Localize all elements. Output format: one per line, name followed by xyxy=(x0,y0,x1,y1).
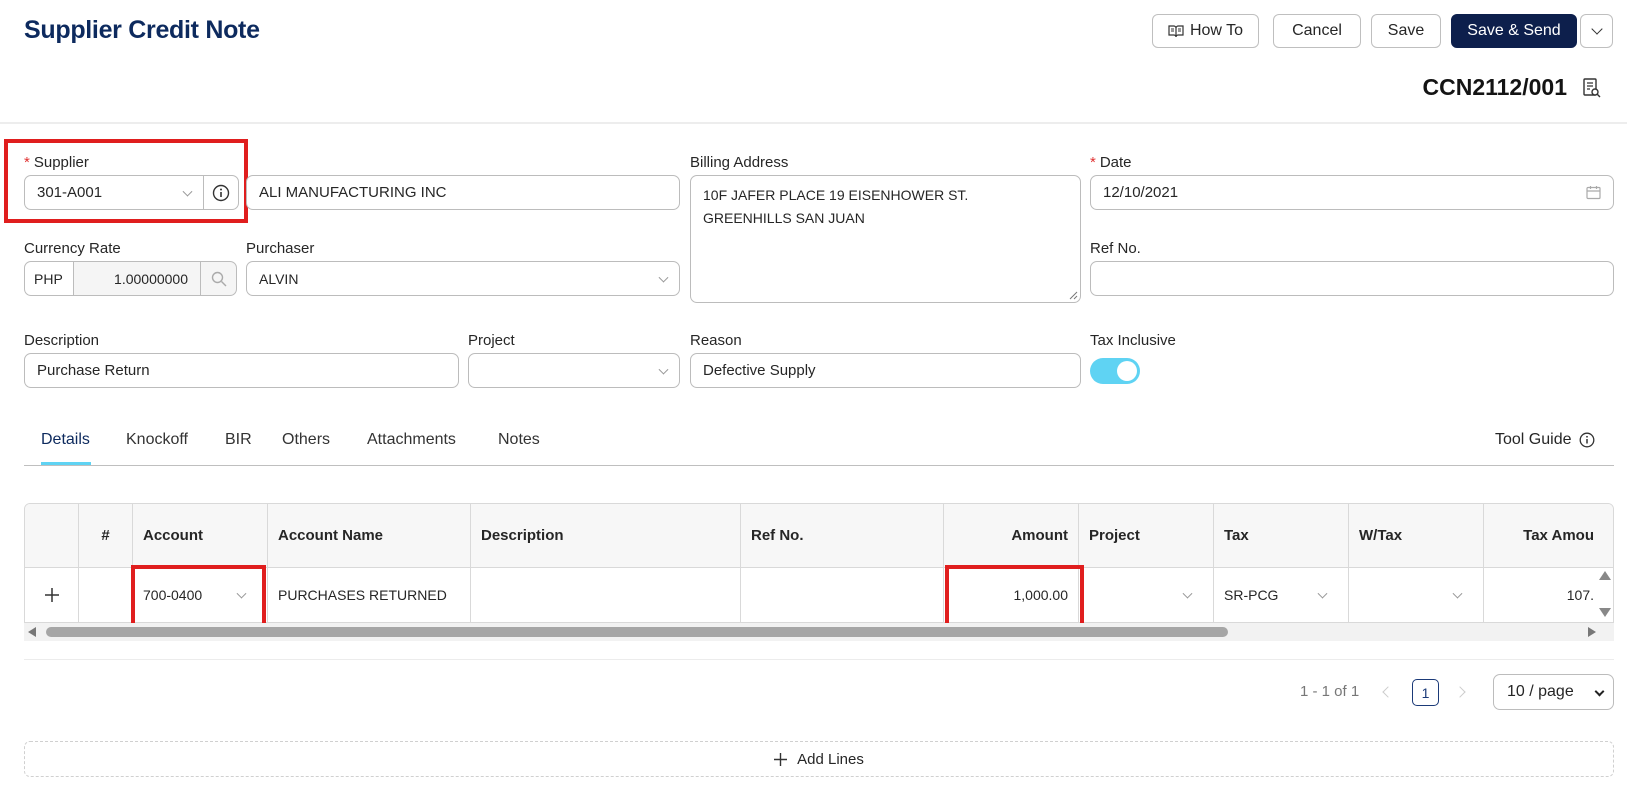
header-wtax: W/Tax xyxy=(1349,503,1484,567)
billing-line-1: 10F JAFER PLACE 19 EISENHOWER ST. xyxy=(703,187,969,203)
document-number: CCN2112/001 xyxy=(1422,74,1568,100)
purchaser-select[interactable]: ALVIN xyxy=(246,261,680,296)
tab-notes[interactable]: Notes xyxy=(498,431,540,449)
tab-others[interactable]: Others xyxy=(282,431,330,449)
header-account: Account xyxy=(133,503,268,567)
how-to-button[interactable]: How To xyxy=(1152,14,1259,48)
save-button[interactable]: Save xyxy=(1371,14,1441,48)
page-1-button[interactable]: 1 xyxy=(1412,679,1439,706)
scroll-right-arrow-icon[interactable] xyxy=(1588,627,1596,637)
table-bottom-divider xyxy=(24,659,1614,660)
tabs-divider xyxy=(24,465,1614,466)
chevron-down-icon xyxy=(1594,686,1605,697)
date-value: 12/10/2021 xyxy=(1103,184,1179,201)
save-send-button[interactable]: Save & Send xyxy=(1451,14,1577,48)
row-tax-select[interactable]: SR-PCG xyxy=(1214,567,1349,623)
date-label: * Date xyxy=(1090,154,1132,171)
currency-rate-label: Currency Rate xyxy=(24,240,121,257)
scroll-left-arrow-icon[interactable] xyxy=(28,627,36,637)
document-preview-icon[interactable] xyxy=(1583,78,1601,102)
header-number: # xyxy=(79,503,133,567)
reason-input[interactable]: Defective Supply xyxy=(690,353,1081,388)
how-to-label: How To xyxy=(1189,22,1244,39)
row-project-select[interactable] xyxy=(1079,567,1214,623)
page-size-value: 10 / page xyxy=(1507,683,1574,700)
tab-details[interactable]: Details xyxy=(41,431,90,449)
account-highlight xyxy=(131,565,266,627)
row-ref-no[interactable] xyxy=(741,567,944,623)
currency-code: PHP xyxy=(24,261,74,296)
scroll-down-arrow-icon[interactable] xyxy=(1599,608,1611,617)
row-account-name: PURCHASES RETURNED xyxy=(268,567,471,623)
scrollbar-thumb[interactable] xyxy=(46,627,1228,637)
header-amount: Amount xyxy=(944,503,1079,567)
reason-label: Reason xyxy=(690,332,742,349)
cancel-button[interactable]: Cancel xyxy=(1273,14,1361,48)
header-tax-amount: Tax Amou xyxy=(1523,526,1594,544)
pagination-range: 1 - 1 of 1 xyxy=(1300,683,1360,700)
header-description: Description xyxy=(471,503,741,567)
horizontal-scrollbar[interactable] xyxy=(24,623,1614,641)
description-label: Description xyxy=(24,332,100,349)
book-icon xyxy=(1168,25,1184,38)
purchaser-label: Purchaser xyxy=(246,240,315,257)
row-tax-amount: 107. xyxy=(1566,587,1594,603)
page-size-select[interactable]: 10 / page xyxy=(1493,674,1614,710)
row-wtax-select[interactable] xyxy=(1349,567,1484,623)
add-row-button[interactable] xyxy=(25,567,79,623)
add-lines-button[interactable]: Add Lines xyxy=(24,741,1614,777)
resize-handle-icon[interactable] xyxy=(1068,290,1078,300)
chevron-down-icon xyxy=(658,364,669,375)
previous-page-icon[interactable] xyxy=(1382,686,1394,698)
plus-icon xyxy=(44,588,59,602)
chevron-down-icon xyxy=(1182,588,1193,599)
row-number xyxy=(79,567,133,623)
purchaser-value: ALVIN xyxy=(259,270,299,287)
project-label: Project xyxy=(468,332,515,349)
page-title: Supplier Credit Note xyxy=(24,16,260,44)
ref-no-label: Ref No. xyxy=(1090,240,1141,257)
header-tax: Tax xyxy=(1214,503,1349,567)
tax-inclusive-toggle[interactable] xyxy=(1090,358,1140,384)
tab-bir[interactable]: BIR xyxy=(225,431,252,449)
amount-highlight xyxy=(945,565,1084,627)
description-input[interactable]: Purchase Return xyxy=(24,353,459,388)
plus-icon xyxy=(774,752,788,766)
tool-guide-button[interactable]: Tool Guide xyxy=(1495,431,1595,449)
header-divider xyxy=(0,122,1627,124)
header-account-name: Account Name xyxy=(268,503,471,567)
ref-no-input[interactable] xyxy=(1090,261,1614,296)
supplier-highlight xyxy=(4,139,248,223)
scroll-up-arrow-icon[interactable] xyxy=(1599,571,1611,580)
save-options-dropdown[interactable] xyxy=(1580,14,1613,48)
tab-attachments[interactable]: Attachments xyxy=(367,431,456,449)
currency-rate-input[interactable]: 1.00000000 xyxy=(73,261,201,296)
chevron-down-icon xyxy=(1452,588,1463,599)
header-actions xyxy=(25,503,79,567)
info-icon xyxy=(1579,432,1594,448)
tool-guide-label: Tool Guide xyxy=(1495,431,1572,448)
date-picker[interactable]: 12/10/2021 xyxy=(1090,175,1614,210)
search-icon xyxy=(211,271,226,286)
header-ref-no: Ref No. xyxy=(741,503,944,567)
row-description[interactable] xyxy=(471,567,741,623)
chevron-down-icon xyxy=(1317,588,1328,599)
add-lines-label: Add Lines xyxy=(797,750,864,768)
calendar-icon xyxy=(1586,186,1601,200)
supplier-name-field[interactable]: ALI MANUFACTURING INC xyxy=(246,175,680,210)
billing-address-textarea[interactable]: 10F JAFER PLACE 19 EISENHOWER ST. GREENH… xyxy=(690,175,1081,303)
toggle-knob xyxy=(1117,361,1137,381)
next-page-icon[interactable] xyxy=(1454,686,1466,698)
chevron-down-icon xyxy=(658,272,669,283)
project-select[interactable] xyxy=(468,353,680,388)
currency-search-button[interactable] xyxy=(200,261,237,296)
billing-address-label: Billing Address xyxy=(690,154,789,171)
header-project: Project xyxy=(1079,503,1214,567)
tab-knockoff[interactable]: Knockoff xyxy=(126,431,188,449)
tax-inclusive-label: Tax Inclusive xyxy=(1090,332,1176,349)
row-tax-value: SR-PCG xyxy=(1224,587,1279,603)
chevron-down-icon xyxy=(1590,23,1603,35)
billing-line-2: GREENHILLS SAN JUAN xyxy=(703,210,865,226)
